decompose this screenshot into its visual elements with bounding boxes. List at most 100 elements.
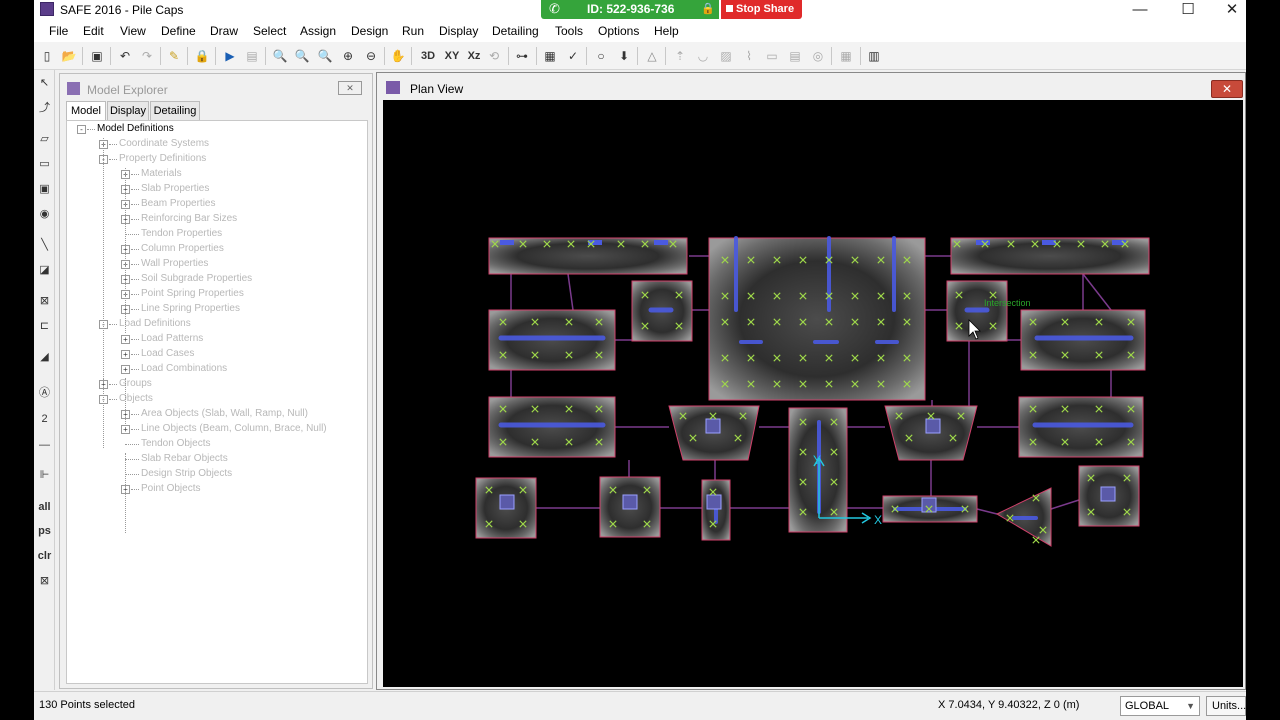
draw-beam-icon[interactable]: ◪ — [36, 261, 53, 279]
model-drawing[interactable]: Y X Intersection — [383, 100, 1243, 687]
tree-wall-properties[interactable]: Wall Properties — [141, 258, 208, 269]
draw-wall-icon[interactable]: ⊏ — [36, 317, 53, 335]
tree-line-objects[interactable]: Line Objects (Beam, Column, Brace, Null) — [141, 423, 327, 434]
tree-groups[interactable]: Groups — [119, 378, 152, 389]
expand-icon[interactable]: + — [121, 365, 130, 374]
zoom-restore-icon[interactable]: 🔍 — [294, 48, 310, 64]
show-slab-forces-icon[interactable]: ▨ — [718, 48, 734, 64]
menu-help[interactable]: Help — [654, 24, 679, 38]
column-pedestal[interactable] — [705, 418, 721, 434]
label-2-button[interactable]: 2 — [36, 410, 53, 428]
tree-materials[interactable]: Materials — [141, 168, 182, 179]
menu-select[interactable]: Select — [253, 24, 286, 38]
tree-design-strip-objects[interactable]: Design Strip Objects — [141, 468, 232, 479]
column-pedestal[interactable] — [925, 418, 941, 434]
draw-tendon-icon[interactable]: ◢ — [36, 348, 53, 366]
zoom-window-icon[interactable]: 🔍 — [272, 48, 288, 64]
tree-load-cases[interactable]: Load Cases — [141, 348, 194, 359]
menu-edit[interactable]: Edit — [83, 24, 104, 38]
save-icon[interactable]: ▣ — [89, 48, 105, 64]
coord-system-select[interactable]: GLOBAL ▼ — [1120, 696, 1200, 716]
tree-reinforcing-bar-sizes[interactable]: Reinforcing Bar Sizes — [141, 213, 237, 224]
collapse-icon[interactable]: - — [77, 125, 86, 134]
pan-hand-icon[interactable]: ✋ — [390, 48, 406, 64]
tree-area-objects[interactable]: Area Objects (Slab, Wall, Ramp, Null) — [141, 408, 308, 419]
previous-selection-button[interactable]: ps — [36, 522, 53, 540]
zoom-extent-icon[interactable]: 🔍 — [317, 48, 333, 64]
menu-run[interactable]: Run — [402, 24, 424, 38]
connector-line[interactable] — [567, 273, 574, 311]
menu-draw[interactable]: Draw — [210, 24, 238, 38]
view-3d-button[interactable]: 3D — [417, 48, 439, 64]
draw-rectangle-icon[interactable]: ▭ — [36, 155, 53, 173]
run-analysis-icon[interactable]: ▶ — [222, 48, 238, 64]
menu-options[interactable]: Options — [598, 24, 639, 38]
perspective-icon[interactable]: ⊶ — [514, 48, 530, 64]
connector-line[interactable] — [1050, 499, 1080, 510]
zoom-out-icon[interactable]: ⊖ — [363, 48, 379, 64]
redo-icon[interactable]: ↷ — [139, 48, 155, 64]
draw-column-icon[interactable]: ◉ — [36, 205, 53, 223]
units-button[interactable]: Units... — [1206, 696, 1246, 716]
menu-view[interactable]: View — [120, 24, 146, 38]
triangle-icon[interactable]: △ — [644, 48, 660, 64]
maximize-button[interactable]: ☐ — [1166, 0, 1210, 20]
circle-icon[interactable]: ○ — [593, 48, 609, 64]
tree-point-spring-properties[interactable]: Point Spring Properties — [141, 288, 244, 299]
tab-display[interactable]: Display — [107, 101, 149, 121]
draw-strip-icon[interactable]: ⊠ — [36, 292, 53, 310]
expand-icon[interactable]: + — [121, 350, 130, 359]
rotate-view-icon[interactable]: ⟲ — [486, 48, 502, 64]
show-soil-pressure-icon[interactable]: ◎ — [810, 48, 826, 64]
tree-tendon-properties[interactable]: Tendon Properties — [141, 228, 222, 239]
select-all-button[interactable]: all — [36, 498, 53, 516]
plan-canvas[interactable]: Y X Intersection — [383, 100, 1243, 687]
tree-slab-rebar-objects[interactable]: Slab Rebar Objects — [141, 453, 228, 464]
dimension-icon[interactable]: Ⓐ — [36, 384, 53, 402]
tree-load-patterns[interactable]: Load Patterns — [141, 333, 203, 344]
tab-model[interactable]: Model — [66, 101, 106, 122]
pencil-icon[interactable]: ✎ — [166, 48, 182, 64]
menu-assign[interactable]: Assign — [300, 24, 336, 38]
column-pedestal[interactable] — [921, 497, 937, 513]
show-forces-icon[interactable]: ◡ — [695, 48, 711, 64]
pointer-icon[interactable]: ↖ — [36, 74, 53, 92]
download-arrow-icon[interactable]: ⬇ — [616, 48, 632, 64]
clear-selection-button[interactable]: clr — [36, 547, 53, 565]
menu-design[interactable]: Design — [351, 24, 388, 38]
draw-slab-icon[interactable]: ▱ — [36, 130, 53, 148]
tab-detailing[interactable]: Detailing — [150, 101, 200, 121]
connector-line[interactable] — [976, 508, 998, 515]
expand-icon[interactable]: + — [121, 335, 130, 344]
undo-icon[interactable]: ↶ — [117, 48, 133, 64]
grid-icon[interactable]: ▦ — [838, 48, 854, 64]
show-beam-forces-icon[interactable]: ⌇ — [741, 48, 757, 64]
column-stub[interactable] — [654, 240, 668, 245]
tree-model-definitions[interactable]: Model Definitions — [97, 123, 174, 134]
close-plan-view-icon[interactable]: ✕ — [1211, 80, 1243, 98]
menu-detailing[interactable]: Detailing — [492, 24, 539, 38]
show-deformed-icon[interactable]: ⇡ — [672, 48, 688, 64]
menu-file[interactable]: File — [49, 24, 68, 38]
lock-model-icon[interactable]: 🔒 — [194, 48, 210, 64]
menu-tools[interactable]: Tools — [555, 24, 583, 38]
menu-display[interactable]: Display — [439, 24, 478, 38]
menu-define[interactable]: Define — [161, 24, 196, 38]
measure-icon[interactable]: ― — [36, 436, 53, 454]
column-pedestal[interactable] — [1100, 486, 1116, 502]
run-design-icon[interactable]: ▤ — [244, 48, 260, 64]
show-strip-forces-icon[interactable]: ▭ — [764, 48, 780, 64]
view-xz-button[interactable]: Xz — [464, 48, 484, 64]
check-icon[interactable]: ✓ — [565, 48, 581, 64]
show-tables-icon[interactable]: ▥ — [866, 48, 882, 64]
draw-line-icon[interactable]: ╲ — [36, 236, 53, 254]
tree-load-combinations[interactable]: Load Combinations — [141, 363, 227, 374]
tree-slab-properties[interactable]: Slab Properties — [141, 183, 209, 194]
reshape-icon[interactable]: ⤴ — [36, 99, 53, 117]
column-pedestal[interactable] — [622, 494, 638, 510]
zoom-in-icon[interactable]: ⊕ — [340, 48, 356, 64]
open-folder-icon[interactable]: 📂 — [61, 48, 77, 64]
tree-property-definitions[interactable]: Property Definitions — [119, 153, 206, 164]
tree-column-properties[interactable]: Column Properties — [141, 243, 224, 254]
snap-icon[interactable]: ⊩ — [36, 466, 53, 484]
